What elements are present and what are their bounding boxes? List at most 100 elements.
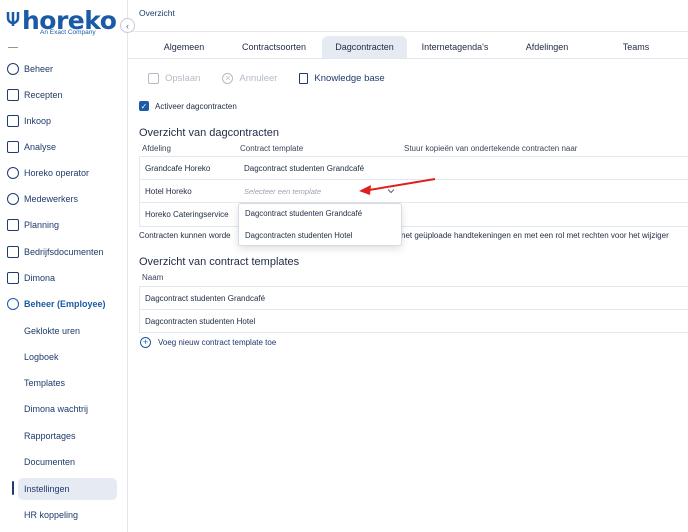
person-gear-icon [7, 298, 19, 310]
templates-table: Dagcontract studenten Grandcafé Dagcontr… [139, 286, 688, 333]
sidebar-item-beheer-employee[interactable]: Beheer (Employee) [0, 293, 127, 315]
horeko-logo[interactable]: horeko An Exact Company [6, 6, 123, 40]
breadcrumb[interactable]: Overzicht [139, 8, 175, 18]
table-row: Horeko Cateringservice [140, 203, 688, 226]
table-row[interactable]: Dagcontract studenten Grandcafé [140, 287, 688, 310]
chart-icon [7, 141, 19, 153]
document-icon [299, 72, 309, 84]
people-icon [7, 193, 19, 205]
active-indicator [12, 481, 14, 495]
sidebar-subitem-label: Geklokte uren [24, 326, 81, 336]
sidebar-subitem-label: Rapportages [24, 431, 76, 441]
chevron-left-icon: ‹ [126, 20, 129, 31]
template-dropdown-menu: Dagcontract studenten Grandcafé Dagcontr… [238, 203, 402, 246]
sidebar-item-bedrijfsdocumenten[interactable]: Bedrijfsdocumenten [0, 241, 127, 263]
afdeling-cell: Horeko Cateringservice [145, 210, 229, 219]
sidebar-subitem-geklokte-uren[interactable]: Geklokte uren [0, 320, 127, 342]
tab-teams[interactable]: Teams [606, 36, 666, 58]
save-button[interactable]: Opslaan [148, 72, 201, 84]
template-select-placeholder[interactable]: Selecteer een template [244, 180, 321, 203]
sidebar-subitem-documenten[interactable]: Documenten [0, 451, 127, 473]
sidebar-subitem-label: Templates [24, 378, 66, 388]
person-gear-icon [7, 63, 19, 75]
table-row[interactable]: Dagcontracten studenten Hotel [140, 310, 688, 333]
plus-circle-icon: + [140, 337, 151, 348]
info-note-right: net geüploade handtekeningen en met een … [401, 231, 669, 240]
sidebar-item-analyse[interactable]: Analyse [0, 136, 127, 158]
sidebar-item-label: Planning [24, 220, 60, 230]
activate-dagcontracten-row[interactable]: ✓ Activeer dagcontracten [139, 101, 237, 111]
sidebar-subitem-templates[interactable]: Templates [0, 372, 127, 394]
templates-title: Overzicht van contract templates [139, 256, 300, 268]
dropdown-option[interactable]: Dagcontract studenten Grandcafé [245, 209, 362, 218]
afdeling-cell: Hotel Horeko [145, 187, 192, 196]
collapse-sidebar-button[interactable]: ‹ [120, 18, 135, 33]
close-circle-icon: × [222, 72, 234, 84]
tab-afdelingen[interactable]: Afdelingen [512, 36, 582, 58]
cart-icon [7, 115, 19, 127]
header-divider [128, 31, 688, 32]
sidebar-item-label: Horeko operator [24, 168, 90, 178]
sidebar-item-label: Beheer (Employee) [24, 299, 106, 309]
knowledge-base-button[interactable]: Knowledge base [299, 72, 385, 84]
sidebar-subitem-label: Logboek [24, 352, 59, 362]
sidebar-item-label: Analyse [24, 142, 57, 152]
activate-checkbox[interactable]: ✓ [139, 101, 149, 111]
house-icon [7, 89, 19, 101]
sidebar-item-label: Medewerkers [24, 194, 79, 204]
sidebar-subitem-label: Instellingen [24, 484, 70, 494]
col-header-template: Contract template [240, 144, 304, 153]
sidebar-item-label: Bedrijfsdocumenten [24, 247, 104, 257]
activate-label: Activeer dagcontracten [155, 101, 237, 111]
cancel-label: Annuleer [239, 72, 278, 84]
afdeling-cell: Grandcafe Horeko [145, 164, 211, 173]
dagcontracten-title: Overzicht van dagcontracten [139, 127, 280, 139]
col-header-afdeling: Afdeling [142, 144, 171, 153]
toolbar: Opslaan × Annuleer Knowledge base [148, 70, 407, 86]
dropdown-option[interactable]: Dagcontracten studenten Hotel [245, 231, 353, 240]
fork-icon [6, 12, 20, 26]
logo-tagline: An Exact Company [40, 29, 96, 36]
operator-icon [7, 167, 19, 179]
tab-internetagendas[interactable]: Internetagenda's [415, 36, 495, 58]
sidebar-subitem-logboek[interactable]: Logboek [0, 346, 127, 368]
sidebar-item-beheer[interactable]: Beheer [0, 58, 127, 80]
sidebar-item-label: Beheer [24, 64, 54, 74]
tab-dagcontracten[interactable]: Dagcontracten [322, 36, 407, 58]
sidebar-item-recepten[interactable]: Recepten [0, 84, 127, 106]
id-card-icon [7, 272, 19, 284]
sidebar-item-inkoop[interactable]: Inkoop [0, 110, 127, 132]
sidebar-item-dimona[interactable]: Dimona [0, 267, 127, 289]
col-header-naam: Naam [142, 273, 164, 282]
template-name-cell: Dagcontract studenten Grandcafé [145, 294, 266, 303]
sidebar-item-label: Recepten [24, 90, 63, 100]
add-template-label: Voeg nieuw contract template toe [158, 338, 277, 347]
sidebar: horeko An Exact Company Beheer Recepten … [0, 0, 128, 532]
tab-contractsoorten[interactable]: Contractsoorten [234, 36, 314, 58]
sidebar-subitem-rapportages[interactable]: Rapportages [0, 425, 127, 447]
knowledge-base-label: Knowledge base [314, 72, 385, 84]
col-header-copies: Stuur kopieën van ondertekende contracte… [404, 144, 578, 153]
info-note-left: Contracten kunnen worde [139, 231, 231, 240]
sidebar-subitem-label: HR koppeling [24, 510, 79, 520]
calendar-icon [7, 219, 19, 231]
sidebar-subitem-instellingen[interactable]: Instellingen [18, 478, 117, 500]
sidebar-item-medewerkers[interactable]: Medewerkers [0, 188, 127, 210]
sidebar-subitem-label: Documenten [24, 457, 76, 467]
save-label: Opslaan [165, 72, 201, 84]
sidebar-item-label: Dimona [24, 273, 56, 283]
save-icon [148, 72, 159, 84]
sidebar-item-planning[interactable]: Planning [0, 214, 127, 236]
sidebar-subitem-label: Dimona wachtrij [24, 404, 89, 414]
cancel-button[interactable]: × Annuleer [222, 72, 278, 84]
sidebar-subitem-hr-koppeling[interactable]: HR koppeling [0, 504, 127, 526]
add-template-button[interactable]: + Voeg nieuw contract template toe [140, 337, 276, 348]
template-select[interactable]: Dagcontract studenten Grandcafé [244, 157, 364, 180]
tab-algemeen[interactable]: Algemeen [148, 36, 220, 58]
sidebar-item-horeko-operator[interactable]: Horeko operator [0, 162, 127, 184]
tabs-divider [128, 58, 688, 59]
sidebar-item-label: Inkoop [24, 116, 52, 126]
sidebar-divider [8, 47, 18, 48]
tab-bar: Algemeen Contractsoorten Dagcontracten I… [128, 36, 688, 58]
sidebar-subitem-dimona-wachtrij[interactable]: Dimona wachtrij [0, 398, 127, 420]
